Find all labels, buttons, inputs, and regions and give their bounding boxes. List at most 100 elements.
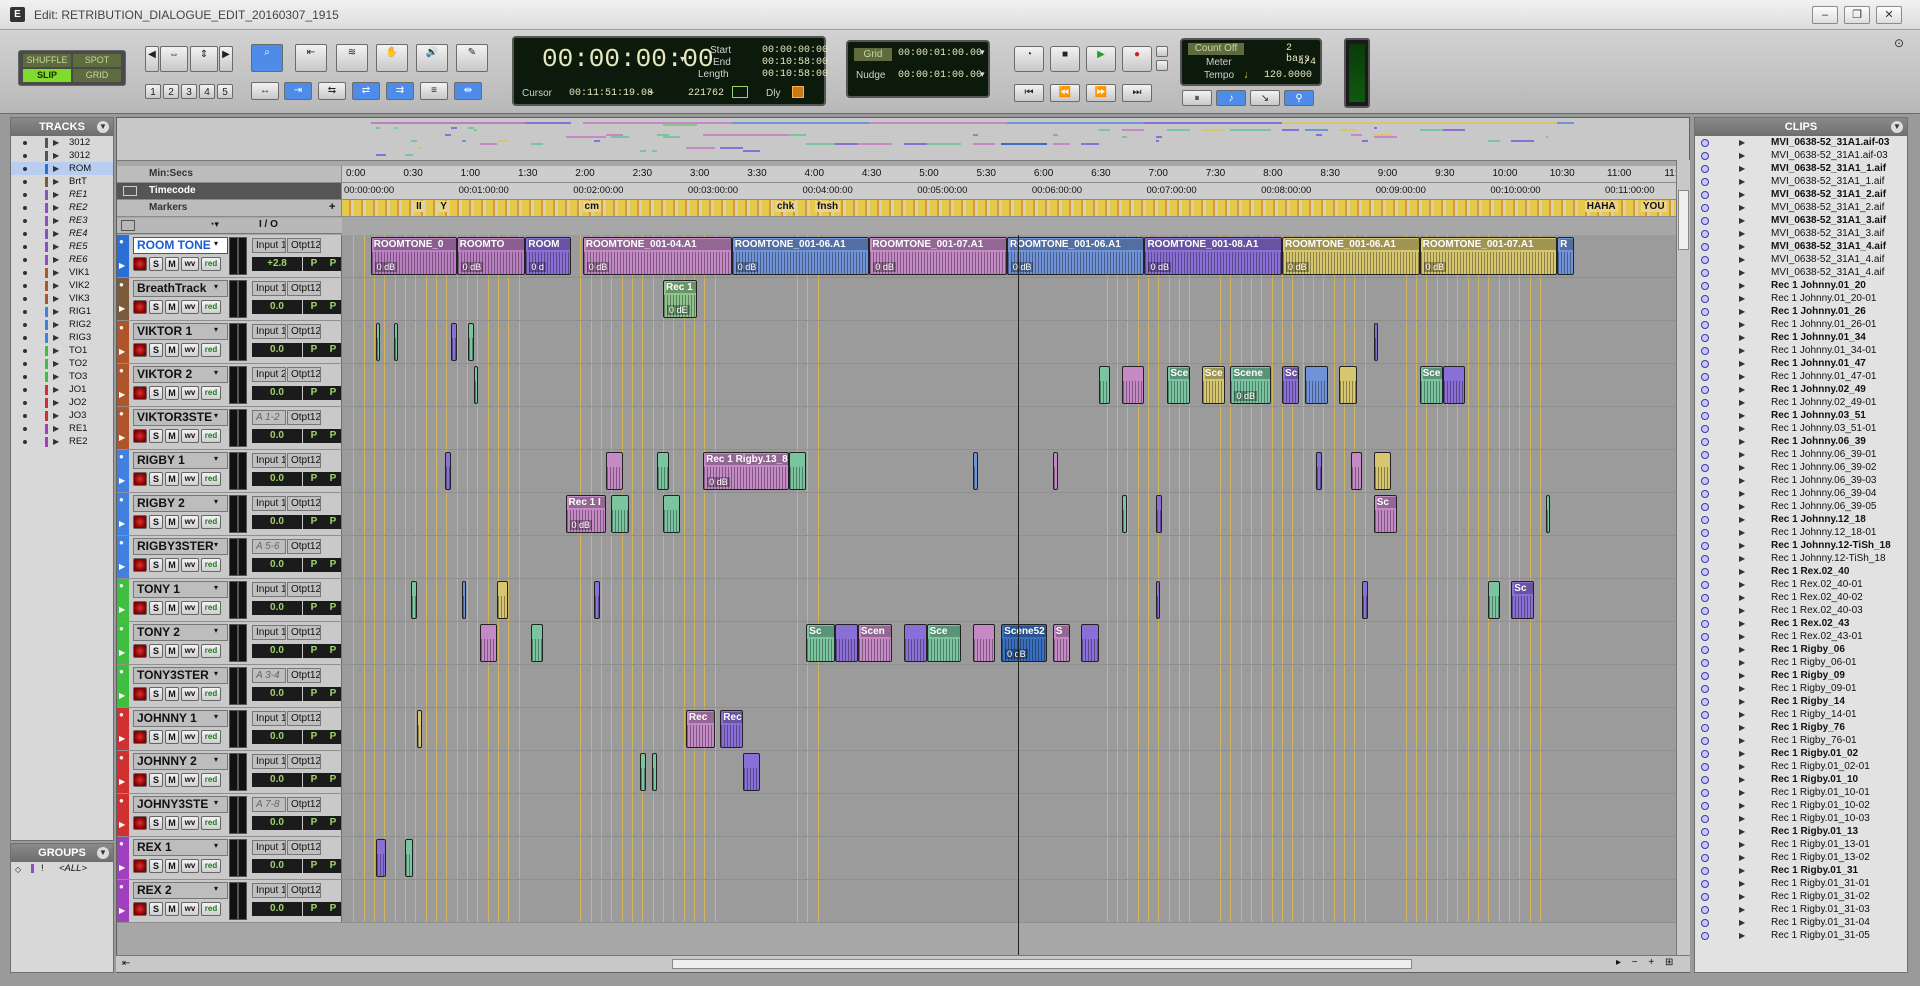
track-pan-right[interactable]: P [325,386,341,400]
waveform-view-button[interactable]: wv [181,558,199,572]
clip-expand-icon[interactable]: ▶ [1739,591,1745,604]
track-pan-left[interactable]: P [303,773,325,787]
track-show-icon[interactable] [23,258,27,262]
audio-clip[interactable]: ROOMTONE_001-07.A1 0 dB [869,237,1007,275]
track-input-selector[interactable]: Input 1 [252,754,286,769]
waveform-view-button[interactable]: wv [181,730,199,744]
waveform-view-button[interactable]: wv [181,859,199,873]
scroll-left-icon[interactable]: ⇤ [122,958,130,969]
track-playlist-lane[interactable]: Rec 1 I0 dB Sc [342,493,1689,535]
waveform-view-button[interactable]: wv [181,773,199,787]
track-list-item[interactable]: ▶ RIG1 [11,305,113,318]
track-input-selector[interactable]: Input 1 [252,281,286,296]
track-name-dropdown-icon[interactable]: ▾ [214,497,218,506]
clip-list-item[interactable]: ▶ Rec 1 Rigby.01_10-03 [1695,812,1907,825]
audio-clip[interactable]: R [1557,237,1575,275]
automation-mode-button[interactable]: red [201,558,221,572]
track-expand-icon[interactable]: ● [119,796,124,805]
track-input-selector[interactable]: Input 1 [252,625,286,640]
clip-expand-icon[interactable]: ▶ [1739,279,1745,292]
mute-button[interactable]: M [165,343,179,357]
track-playlist-lane[interactable]: Rec 10 dE [342,278,1689,320]
clip-list-item[interactable]: ▶ Rec 1 Rigby_09 [1695,669,1907,682]
tab-to-transient-icon[interactable]: ↔ [251,82,279,100]
automation-mode-button[interactable]: red [201,429,221,443]
audio-clip[interactable] [405,839,414,877]
track-name-dropdown-icon[interactable]: ▾ [214,669,218,678]
loop-option-icon[interactable] [1156,46,1168,57]
time-base-icon[interactable]: ◔▾ [209,219,219,230]
zoom-preset-1[interactable]: 1 [145,84,161,99]
clip-expand-icon[interactable]: ▶ [1739,201,1745,214]
track-pan-right[interactable]: P [325,300,341,314]
track-pan-right[interactable]: P [325,773,341,787]
clip-expand-icon[interactable]: ▶ [1739,344,1745,357]
track-playlist-lane[interactable]: Rec Rec [342,708,1689,750]
mute-button[interactable]: M [165,773,179,787]
track-show-icon[interactable] [23,323,27,327]
audio-clip[interactable] [743,753,761,791]
clip-gain[interactable]: 0 dB [707,477,730,487]
audio-clip[interactable]: Rec 10 dE [662,280,698,318]
track-list-item[interactable]: ▶ TO3 [11,370,113,383]
markers-ruler[interactable]: Markers + II Ycm chk fnsh HAHA YOU [117,200,1689,217]
waveform-view-button[interactable]: wv [181,343,199,357]
audio-clip[interactable] [376,323,381,361]
track-view-icon[interactable]: ▶ [119,777,125,786]
maximize-button[interactable]: ❐ [1844,6,1870,24]
record-enable-button[interactable] [133,558,147,572]
track-view-icon[interactable]: ▶ [119,605,125,614]
track-volume[interactable]: 0.0 [252,558,302,572]
clip-expand-icon[interactable]: ▶ [1739,487,1745,500]
track-list-item[interactable]: ▶ JO1 [11,383,113,396]
track-list-item[interactable]: ▶ RE4 [11,227,113,240]
track-output-selector[interactable]: Otpt12 [287,367,321,382]
track-name-dropdown-icon[interactable]: ▾ [214,540,218,549]
record-enable-button[interactable] [133,902,147,916]
clip-gain[interactable]: 0 dB [1286,262,1309,272]
automation-mode-button[interactable]: red [201,515,221,529]
clip-expand-icon[interactable]: ▶ [1739,630,1745,643]
audio-clip[interactable]: Rec [685,710,715,748]
audio-clip[interactable]: ROOMTONE_001-07.A1 0 dB [1419,237,1558,275]
mute-button[interactable]: M [165,601,179,615]
track-pan-right[interactable]: P [325,515,341,529]
audio-clip[interactable]: Sc [1373,495,1397,533]
marker[interactable]: fnsh [815,201,841,212]
clip-expand-icon[interactable]: ▶ [1739,474,1745,487]
clip-list-item[interactable]: ▶ Rec 1 Johnny.12_18-01 [1695,526,1907,539]
groups-panel-menu-icon[interactable]: ▼ [97,847,109,859]
track-list-item[interactable]: ▶ 3012 [11,136,113,149]
clip-list-item[interactable]: ▶ MVI_0638-52_31A1_2.aif [1695,188,1907,201]
automation-mode-button[interactable]: red [201,343,221,357]
clip-list-item[interactable]: ▶ MVI_0638-52_31A1_4.aif [1695,240,1907,253]
audio-clip[interactable] [410,581,417,619]
zoomer-tool-icon[interactable]: ⌕ [251,44,283,72]
track-view-icon[interactable]: ▶ [119,261,125,270]
audio-clip[interactable] [1339,366,1357,404]
record-enable-button[interactable] [133,601,147,615]
track-playlist-lane[interactable] [342,407,1689,449]
clip-list-item[interactable]: ▶ Rec 1 Rigby.01_31-01 [1695,877,1907,890]
clip-list-item[interactable]: ▶ MVI_0638-52_31A1_1.aif [1695,175,1907,188]
clip-expand-icon[interactable]: ▶ [1739,370,1745,383]
track-volume[interactable]: 0.0 [252,515,302,529]
clip-list-item[interactable]: ▶ Rec 1 Johnny.12-TiSh_18 [1695,552,1907,565]
vertical-scroll-thumb[interactable] [1678,190,1689,250]
track-show-icon[interactable] [23,414,27,418]
audio-clip[interactable] [1362,581,1368,619]
audio-clip[interactable] [1121,366,1145,404]
waveform-view-button[interactable]: wv [181,257,199,271]
track-input-selector[interactable]: Input 1 [252,840,286,855]
audio-clip[interactable]: Sc [1511,581,1535,619]
track-volume[interactable]: 0.0 [252,644,302,658]
track-view-icon[interactable]: ▶ [119,519,125,528]
clip-list-item[interactable]: ▶ Rec 1 Rigby.01_31-02 [1695,890,1907,903]
tracks-panel-menu-icon[interactable]: ▼ [97,121,109,133]
clip-list-item[interactable]: ▶ Rec 1 Rex.02_40-01 [1695,578,1907,591]
track-show-icon[interactable] [23,362,27,366]
midi-merge-icon[interactable]: ↘ [1250,90,1280,106]
clip-list-item[interactable]: ▶ Rec 1 Rex.02_43 [1695,617,1907,630]
record-icon[interactable]: ● [1122,46,1152,72]
mute-button[interactable]: M [165,816,179,830]
